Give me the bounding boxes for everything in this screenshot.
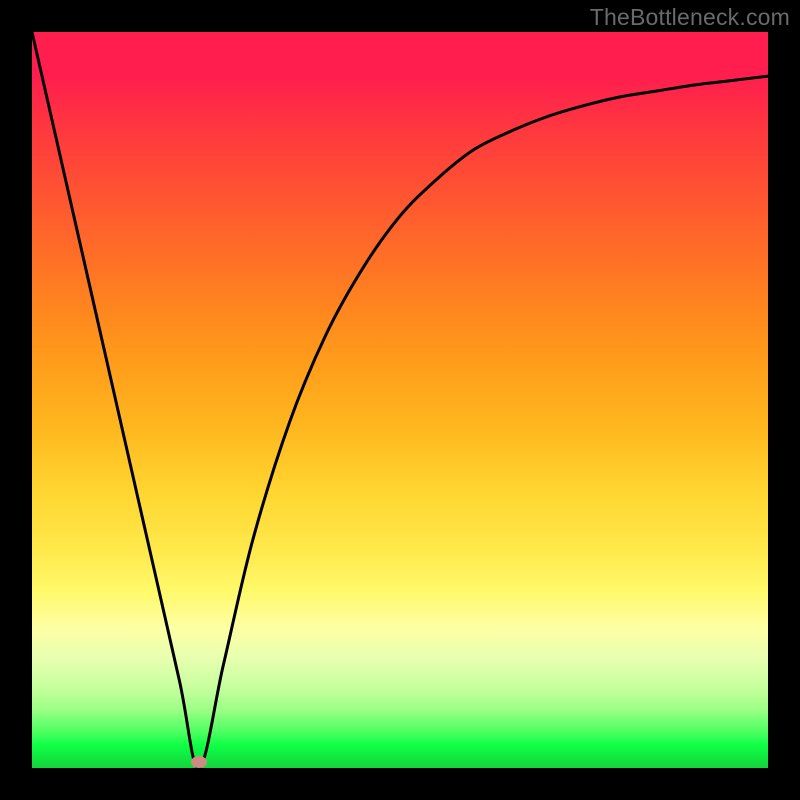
minimum-marker — [191, 756, 207, 768]
chart-frame: TheBottleneck.com — [0, 0, 800, 800]
watermark-text: TheBottleneck.com — [590, 4, 790, 31]
bottleneck-curve — [32, 32, 768, 768]
plot-area — [32, 32, 768, 768]
